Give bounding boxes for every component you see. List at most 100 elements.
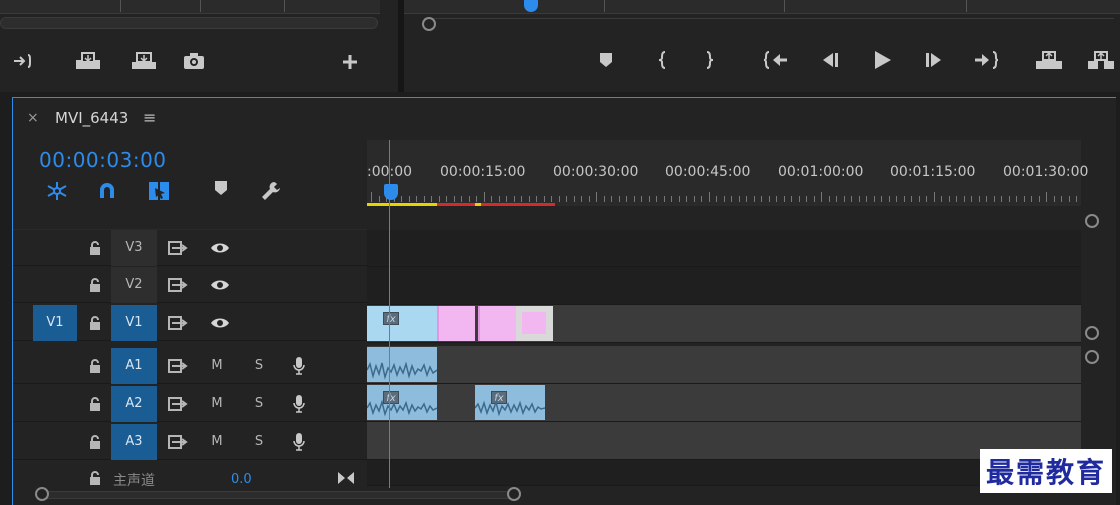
add-marker-icon[interactable] (592, 52, 620, 74)
mute-button[interactable]: M (205, 424, 229, 460)
timeline-zoom-scrollbar[interactable] (35, 487, 1115, 501)
solo-button[interactable]: S (247, 424, 271, 460)
sync-lock-icon[interactable] (165, 386, 191, 422)
time-ruler[interactable]: :00:00 00:00:15:00 00:00:30:00 00:00:45:… (367, 140, 1088, 206)
video-clip-2[interactable] (437, 306, 475, 341)
ruler-tick (813, 196, 815, 202)
add-button-icon[interactable] (336, 52, 364, 74)
track-name-a3[interactable]: A3 (111, 424, 157, 460)
ruler-tick (528, 196, 530, 202)
ruler-tick (776, 196, 777, 202)
track-name-v1[interactable]: V1 (111, 305, 157, 341)
snap-magnet-icon[interactable] (93, 180, 121, 202)
ruler-tick (678, 196, 680, 202)
program-zoom-scrollbar[interactable] (422, 17, 1114, 31)
source-zoom-scrollbar[interactable] (0, 17, 378, 29)
lift-icon[interactable] (1034, 50, 1062, 72)
source-time-ruler[interactable] (0, 0, 380, 14)
zoom-scroll-bar[interactable] (41, 491, 511, 499)
audio-clip-a1[interactable] (367, 347, 437, 382)
linked-selection-icon[interactable] (145, 180, 173, 202)
ruler-tick (416, 196, 417, 202)
nest-sequence-icon[interactable] (43, 180, 71, 202)
go-to-in-icon[interactable] (762, 50, 790, 72)
source-patch-v1[interactable]: V1 (33, 305, 77, 341)
sequence-name[interactable]: MVI_6443 (55, 109, 128, 127)
sync-lock-icon[interactable] (165, 230, 191, 266)
lock-icon[interactable] (85, 386, 105, 422)
lane-a3[interactable] (367, 422, 1081, 460)
ruler-tick (633, 196, 635, 202)
go-to-out-icon[interactable] (972, 50, 1000, 72)
go-to-edit-point-icon[interactable] (337, 470, 355, 489)
step-back-icon[interactable] (816, 51, 844, 73)
eye-icon[interactable] (205, 305, 235, 341)
lane-v2[interactable] (367, 267, 1081, 305)
panel-menu-icon[interactable]: ≡ (143, 108, 156, 127)
extract-icon[interactable] (1086, 50, 1114, 72)
lock-icon[interactable] (85, 424, 105, 460)
camera-icon[interactable] (180, 52, 208, 74)
export-frame-button[interactable] (130, 52, 158, 74)
track-name-a1[interactable]: A1 (111, 348, 157, 384)
sync-lock-icon[interactable] (165, 348, 191, 384)
lane-a2[interactable]: fx fx (367, 384, 1081, 422)
wrench-settings-icon[interactable] (257, 180, 285, 202)
lock-icon[interactable] (85, 230, 105, 266)
step-forward-icon[interactable] (920, 51, 948, 73)
video-track-zoom-handle[interactable] (1085, 214, 1099, 228)
add-marker-icon[interactable] (207, 180, 235, 202)
overwrite-button[interactable] (10, 52, 38, 74)
zoom-handle-left[interactable] (35, 487, 49, 501)
lane-v1[interactable]: fx (367, 305, 1081, 343)
ruler-tick (401, 196, 402, 202)
eye-icon[interactable] (205, 230, 235, 266)
play-icon[interactable] (868, 50, 896, 72)
insert-button[interactable] (74, 52, 102, 74)
video-clip-3[interactable] (478, 306, 516, 341)
sync-lock-icon[interactable] (165, 267, 191, 303)
microphone-icon[interactable] (287, 348, 311, 384)
track-name-v3[interactable]: V3 (111, 230, 157, 266)
mute-button[interactable]: M (205, 348, 229, 384)
microphone-icon[interactable] (287, 424, 311, 460)
mark-out-icon[interactable] (696, 50, 724, 72)
lane-master[interactable] (367, 460, 1081, 486)
lane-v3[interactable] (367, 230, 1081, 267)
lock-icon[interactable] (85, 348, 105, 384)
close-tab-icon[interactable]: × (27, 110, 39, 126)
master-volume-value[interactable]: 0.0 (231, 472, 252, 487)
playhead-line[interactable] (389, 140, 390, 488)
video-clip-1[interactable]: fx (367, 306, 437, 341)
eye-icon[interactable] (205, 267, 235, 303)
sync-lock-icon[interactable] (165, 424, 191, 460)
playhead-handle[interactable] (384, 184, 398, 200)
lock-icon[interactable] (89, 470, 101, 489)
timeline-panel: × MVI_6443 ≡ 00:00:03:00 V3 V2 V1 V1 A1 … (12, 97, 1116, 505)
track-name-v2[interactable]: V2 (111, 267, 157, 303)
solo-button[interactable]: S (247, 386, 271, 422)
video-clip-4[interactable] (516, 306, 553, 341)
zoom-handle-right[interactable] (507, 487, 521, 501)
lock-icon[interactable] (85, 305, 105, 341)
lock-icon[interactable] (85, 267, 105, 303)
ruler-tick (753, 196, 755, 202)
ruler-tick (588, 196, 590, 202)
playhead-timecode[interactable]: 00:00:03:00 (39, 148, 167, 172)
ruler-tick (423, 196, 425, 202)
audio-track-zoom-handle[interactable] (1085, 350, 1099, 364)
audio-clip-a2-2[interactable]: fx (475, 385, 545, 420)
audio-clip-a2-1[interactable]: fx (367, 385, 437, 420)
timeline-tab[interactable]: × MVI_6443 ≡ (13, 98, 1116, 138)
microphone-icon[interactable] (287, 386, 311, 422)
program-zoom-handle[interactable] (422, 17, 436, 31)
mute-button[interactable]: M (205, 386, 229, 422)
ruler-tick (468, 196, 470, 202)
sync-lock-icon[interactable] (165, 305, 191, 341)
solo-button[interactable]: S (247, 348, 271, 384)
mark-in-icon[interactable] (648, 50, 676, 72)
lane-a1[interactable] (367, 346, 1081, 384)
track-name-a2[interactable]: A2 (111, 386, 157, 422)
program-time-ruler[interactable] (404, 0, 1120, 14)
video-track-zoom-handle-bottom[interactable] (1085, 326, 1099, 340)
